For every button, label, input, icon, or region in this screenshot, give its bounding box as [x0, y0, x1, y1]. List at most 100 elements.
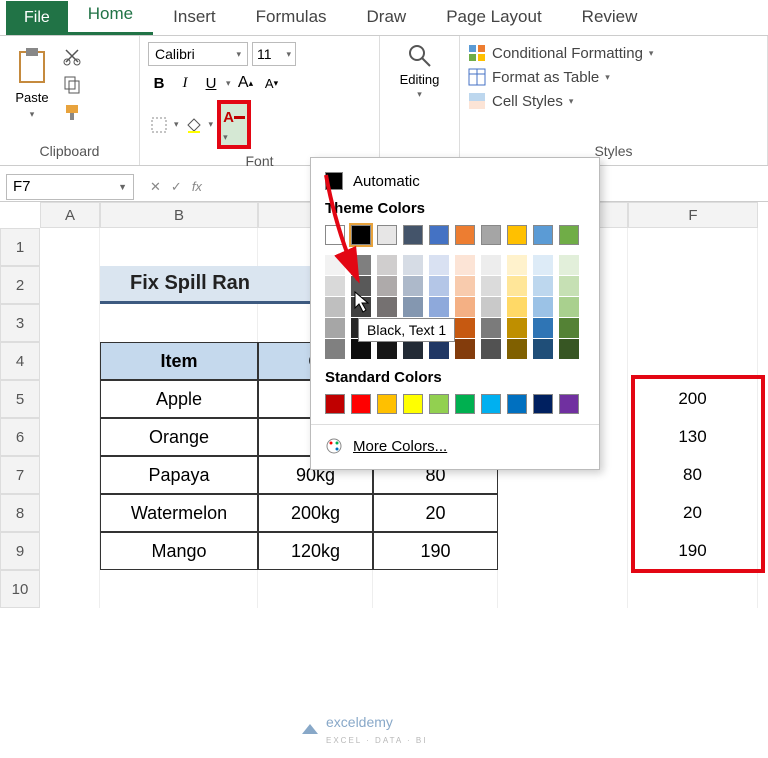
color-swatch[interactable]: [403, 276, 423, 296]
table-cell[interactable]: Mango: [100, 532, 258, 570]
color-swatch[interactable]: [377, 276, 397, 296]
color-swatch[interactable]: [507, 318, 527, 338]
spill-cell[interactable]: 130: [628, 418, 758, 456]
underline-button[interactable]: U: [200, 72, 222, 94]
format-painter-icon[interactable]: [62, 102, 82, 122]
color-swatch[interactable]: [351, 297, 371, 317]
color-swatch[interactable]: [403, 255, 423, 275]
row-header[interactable]: 2: [0, 266, 40, 304]
cell[interactable]: [100, 228, 258, 266]
cell[interactable]: [628, 342, 758, 380]
decrease-font-icon[interactable]: A▾: [261, 72, 283, 94]
spill-cell[interactable]: 200: [628, 380, 758, 418]
cell[interactable]: [40, 532, 100, 570]
color-swatch[interactable]: [533, 276, 553, 296]
color-swatch[interactable]: [455, 225, 475, 245]
insert-tab[interactable]: Insert: [153, 0, 236, 35]
color-swatch[interactable]: [533, 394, 553, 414]
row-header[interactable]: 10: [0, 570, 40, 608]
cell[interactable]: [40, 228, 100, 266]
color-swatch[interactable]: [351, 276, 371, 296]
cell[interactable]: [498, 494, 628, 532]
color-swatch[interactable]: [325, 339, 345, 359]
color-swatch[interactable]: [455, 339, 475, 359]
cell[interactable]: [40, 380, 100, 418]
cell[interactable]: [258, 570, 373, 608]
color-swatch[interactable]: [377, 297, 397, 317]
borders-button[interactable]: [148, 114, 170, 136]
file-tab[interactable]: File: [6, 1, 68, 35]
spill-cell[interactable]: 20: [628, 494, 758, 532]
color-swatch[interactable]: [559, 225, 579, 245]
color-swatch[interactable]: [377, 394, 397, 414]
increase-font-icon[interactable]: A▴: [235, 72, 257, 94]
cell[interactable]: [40, 418, 100, 456]
color-swatch[interactable]: [559, 276, 579, 296]
color-swatch[interactable]: [481, 339, 501, 359]
paste-button[interactable]: Paste ▾: [8, 42, 56, 124]
pagelayout-tab[interactable]: Page Layout: [426, 0, 561, 35]
font-size-select[interactable]: 11▾: [252, 42, 296, 66]
find-icon[interactable]: [406, 42, 434, 70]
col-header[interactable]: F: [628, 202, 758, 228]
table-cell[interactable]: Watermelon: [100, 494, 258, 532]
cell[interactable]: [373, 570, 498, 608]
color-swatch[interactable]: [429, 255, 449, 275]
color-swatch[interactable]: [351, 339, 371, 359]
cancel-icon[interactable]: ✕: [150, 179, 161, 195]
color-swatch[interactable]: [507, 339, 527, 359]
spill-cell[interactable]: 80: [628, 456, 758, 494]
cell[interactable]: [100, 304, 258, 342]
color-swatch[interactable]: [533, 339, 553, 359]
color-swatch[interactable]: [429, 276, 449, 296]
color-swatch[interactable]: [429, 297, 449, 317]
row-header[interactable]: 3: [0, 304, 40, 342]
cell[interactable]: [498, 532, 628, 570]
color-swatch[interactable]: [403, 394, 423, 414]
table-cell[interactable]: Orange: [100, 418, 258, 456]
color-swatch[interactable]: [377, 225, 397, 245]
color-swatch[interactable]: [481, 318, 501, 338]
color-swatch[interactable]: [429, 339, 449, 359]
color-swatch[interactable]: [559, 318, 579, 338]
color-swatch[interactable]: [507, 255, 527, 275]
color-swatch[interactable]: [533, 318, 553, 338]
cell[interactable]: [40, 266, 100, 304]
row-header[interactable]: 8: [0, 494, 40, 532]
copy-icon[interactable]: [62, 74, 82, 94]
spill-cell[interactable]: 190: [628, 532, 758, 570]
formulas-tab[interactable]: Formulas: [236, 0, 347, 35]
row-header[interactable]: 5: [0, 380, 40, 418]
review-tab[interactable]: Review: [562, 0, 658, 35]
cell[interactable]: [628, 570, 758, 608]
cell[interactable]: [40, 494, 100, 532]
color-swatch[interactable]: [481, 394, 501, 414]
color-swatch[interactable]: [455, 255, 475, 275]
row-header[interactable]: 6: [0, 418, 40, 456]
color-swatch[interactable]: [507, 297, 527, 317]
row-header[interactable]: 4: [0, 342, 40, 380]
color-swatch[interactable]: [559, 297, 579, 317]
color-swatch[interactable]: [559, 255, 579, 275]
draw-tab[interactable]: Draw: [347, 0, 427, 35]
bold-button[interactable]: B: [148, 72, 170, 94]
table-cell[interactable]: 200kg: [258, 494, 373, 532]
row-header[interactable]: 7: [0, 456, 40, 494]
color-swatch[interactable]: [455, 318, 475, 338]
color-swatch[interactable]: [455, 297, 475, 317]
cell[interactable]: [40, 570, 100, 608]
cell[interactable]: [628, 266, 758, 304]
cut-icon[interactable]: [62, 46, 82, 66]
table-cell[interactable]: 120kg: [258, 532, 373, 570]
fx-icon[interactable]: fx: [192, 179, 202, 195]
col-header[interactable]: A: [40, 202, 100, 228]
color-swatch[interactable]: [403, 225, 423, 245]
color-swatch[interactable]: [325, 394, 345, 414]
row-header[interactable]: 1: [0, 228, 40, 266]
cell[interactable]: [40, 304, 100, 342]
color-swatch[interactable]: [507, 225, 527, 245]
enter-icon[interactable]: ✓: [171, 179, 182, 195]
table-cell[interactable]: Papaya: [100, 456, 258, 494]
table-cell[interactable]: Apple: [100, 380, 258, 418]
color-swatch[interactable]: [403, 297, 423, 317]
